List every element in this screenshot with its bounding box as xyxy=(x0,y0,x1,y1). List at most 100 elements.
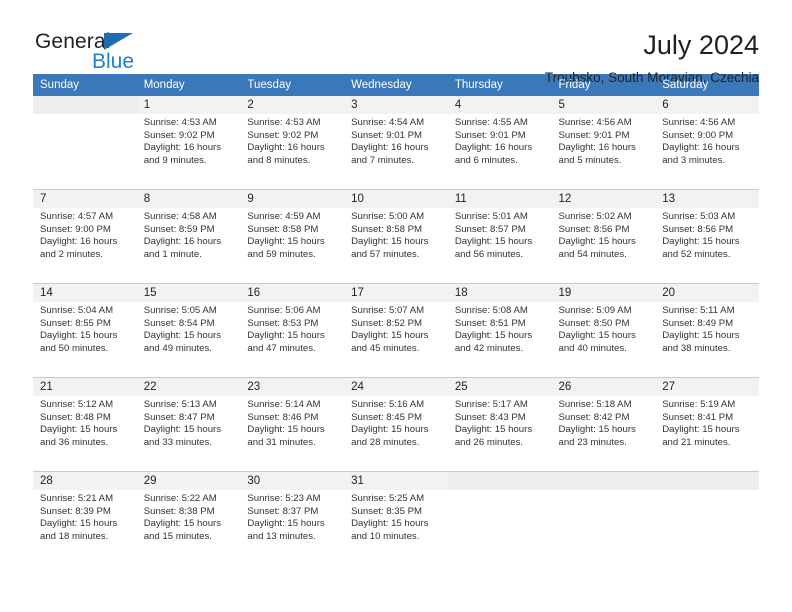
day-number[interactable]: 9 xyxy=(240,189,345,208)
day-number[interactable]: 26 xyxy=(551,377,656,396)
day-cell[interactable]: Sunrise: 5:23 AM Sunset: 8:37 PM Daylight:… xyxy=(240,490,345,565)
day-number[interactable]: 22 xyxy=(136,377,241,396)
day-number[interactable]: 23 xyxy=(240,377,345,396)
day-number[interactable]: 7 xyxy=(33,189,137,208)
day-info-line: Sunset: 8:49 PM xyxy=(662,317,734,329)
day-info-line: Sunrise: 4:58 AM xyxy=(143,211,217,222)
day-info-line: and 5 minutes. xyxy=(558,154,622,166)
day-cell[interactable]: Sunrise: 5:06 AM Sunset: 8:53 PM Daylight:… xyxy=(240,302,345,378)
day-info-line: Sunset: 8:55 PM xyxy=(40,317,111,329)
day-cell[interactable]: Sunrise: 5:13 AM Sunset: 8:47 PM Daylight:… xyxy=(136,396,241,472)
day-number[interactable]: 17 xyxy=(344,283,448,302)
day-number[interactable]: 8 xyxy=(136,189,241,208)
day-number[interactable]: 20 xyxy=(655,283,759,302)
day-info-line: Daylight: 15 hours xyxy=(454,330,533,342)
day-number[interactable]: 4 xyxy=(447,96,552,114)
day-cell[interactable]: Sunrise: 5:19 AM Sunset: 8:41 PM Daylight:… xyxy=(655,396,759,472)
day-number[interactable]: 3 xyxy=(344,96,448,114)
day-number[interactable]: 30 xyxy=(240,471,345,490)
day-info-line: Daylight: 15 hours xyxy=(351,424,429,436)
day-number[interactable]: 21 xyxy=(33,377,137,396)
day-number[interactable]: 11 xyxy=(447,189,552,208)
day-number[interactable]: 19 xyxy=(551,283,656,302)
week-number-row: 123456 xyxy=(33,96,759,114)
day-cell[interactable]: Sunrise: 5:07 AM Sunset: 8:52 PM Daylight:… xyxy=(344,302,448,378)
day-cell[interactable]: Sunrise: 4:56 AM Sunset: 9:01 PM Daylight:… xyxy=(551,114,656,190)
day-cell[interactable]: Sunrise: 4:56 AM Sunset: 9:00 PM Daylight:… xyxy=(655,114,759,190)
day-info-line: Sunrise: 5:02 AM xyxy=(558,211,632,222)
day-info-line: and 7 minutes. xyxy=(351,154,415,166)
day-info-line: Sunrise: 5:21 AM xyxy=(40,493,114,504)
day-cell[interactable]: Sunrise: 4:57 AM Sunset: 9:00 PM Daylight:… xyxy=(33,208,137,284)
day-info-line: and 6 minutes. xyxy=(454,154,518,166)
day-info-line: and 49 minutes. xyxy=(143,342,212,354)
day-info-line: Sunrise: 5:03 AM xyxy=(662,211,736,222)
day-cell[interactable]: Sunrise: 5:01 AM Sunset: 8:57 PM Daylight:… xyxy=(447,208,552,284)
day-number[interactable]: 16 xyxy=(240,283,345,302)
day-info-line: Sunrise: 5:13 AM xyxy=(143,399,217,410)
day-info-line: Sunrise: 4:53 AM xyxy=(247,117,321,128)
day-cell[interactable]: Sunrise: 5:02 AM Sunset: 8:56 PM Daylight:… xyxy=(551,208,656,284)
day-cell[interactable]: Sunrise: 5:14 AM Sunset: 8:46 PM Daylight:… xyxy=(240,396,345,472)
day-cell[interactable]: Sunrise: 4:54 AM Sunset: 9:01 PM Daylight:… xyxy=(344,114,448,190)
day-number[interactable]: 28 xyxy=(33,471,137,490)
day-info-line: Daylight: 16 hours xyxy=(558,142,636,154)
week-detail-row: Sunrise: 4:53 AM Sunset: 9:02 PM Daylight:… xyxy=(33,114,759,190)
day-cell[interactable]: Sunrise: 5:21 AM Sunset: 8:39 PM Daylight:… xyxy=(33,490,137,565)
day-cell[interactable]: Sunrise: 5:16 AM Sunset: 8:45 PM Daylight:… xyxy=(344,396,448,472)
day-number[interactable]: 31 xyxy=(344,471,448,490)
day-cell[interactable]: Sunrise: 4:58 AM Sunset: 8:59 PM Daylight:… xyxy=(136,208,241,284)
day-info-line: and 21 minutes. xyxy=(662,436,731,448)
day-cell[interactable]: Sunrise: 5:11 AM Sunset: 8:49 PM Daylight:… xyxy=(655,302,759,378)
day-info-line: and 54 minutes. xyxy=(558,248,627,260)
day-cell-empty xyxy=(33,114,137,190)
day-info-line: Sunset: 8:43 PM xyxy=(454,411,526,423)
day-number[interactable]: 5 xyxy=(551,96,656,114)
day-cell[interactable]: Sunrise: 5:22 AM Sunset: 8:38 PM Daylight:… xyxy=(136,490,241,565)
day-cell[interactable]: Sunrise: 4:53 AM Sunset: 9:02 PM Daylight:… xyxy=(136,114,241,190)
day-cell[interactable]: Sunrise: 5:18 AM Sunset: 8:42 PM Daylight:… xyxy=(551,396,656,472)
day-number[interactable]: 24 xyxy=(344,377,448,396)
day-info-line: Sunrise: 4:57 AM xyxy=(40,211,114,222)
day-info-line: and 18 minutes. xyxy=(40,530,109,542)
day-info-line: Sunset: 8:53 PM xyxy=(247,317,319,329)
day-cell[interactable]: Sunrise: 5:09 AM Sunset: 8:50 PM Daylight:… xyxy=(551,302,656,378)
day-cell[interactable]: Sunrise: 5:08 AM Sunset: 8:51 PM Daylight:… xyxy=(447,302,552,378)
day-info-line: Sunrise: 5:16 AM xyxy=(351,399,425,410)
day-number[interactable]: 10 xyxy=(344,189,448,208)
week-number-row: 7 8 9 10 11 12 13 xyxy=(33,189,759,208)
day-number[interactable]: 1 xyxy=(136,96,241,114)
day-number[interactable]: 6 xyxy=(655,96,759,114)
day-number[interactable]: 29 xyxy=(136,471,241,490)
week-detail-row: Sunrise: 4:57 AM Sunset: 9:00 PM Daylight:… xyxy=(33,208,759,284)
day-number[interactable]: 12 xyxy=(551,189,656,208)
day-number[interactable]: 15 xyxy=(136,283,241,302)
day-cell[interactable]: Sunrise: 4:59 AM Sunset: 8:58 PM Daylight:… xyxy=(240,208,345,284)
day-info-line: and 52 minutes. xyxy=(662,248,731,260)
weekday-header-wednesday: Wednesday xyxy=(344,74,448,96)
day-info-line: Daylight: 15 hours xyxy=(40,424,118,436)
day-cell[interactable]: Sunrise: 5:03 AM Sunset: 8:56 PM Daylight:… xyxy=(655,208,759,284)
day-number[interactable]: 18 xyxy=(447,283,552,302)
day-cell[interactable]: Sunrise: 5:12 AM Sunset: 8:48 PM Daylight:… xyxy=(33,396,137,472)
day-number-empty xyxy=(551,471,656,490)
day-info-line: Sunrise: 5:11 AM xyxy=(662,305,735,316)
week-number-row: 14 15 16 17 18 19 20 xyxy=(33,283,759,302)
day-info-line: Daylight: 15 hours xyxy=(40,330,118,342)
day-cell[interactable]: Sunrise: 5:17 AM Sunset: 8:43 PM Daylight:… xyxy=(447,396,552,472)
day-number[interactable]: 14 xyxy=(33,283,137,302)
day-cell[interactable]: Sunrise: 4:53 AM Sunset: 9:02 PM Daylight:… xyxy=(240,114,345,190)
day-cell[interactable]: Sunrise: 5:05 AM Sunset: 8:54 PM Daylight:… xyxy=(136,302,241,378)
day-info-line: Sunset: 8:51 PM xyxy=(454,317,526,329)
day-number[interactable]: 27 xyxy=(655,377,759,396)
general-blue-logo[interactable]: General Blue xyxy=(33,30,163,78)
day-number[interactable]: 13 xyxy=(655,189,759,208)
day-info-line: and 45 minutes. xyxy=(351,342,420,354)
day-number[interactable]: 25 xyxy=(447,377,552,396)
day-number[interactable]: 2 xyxy=(240,96,345,114)
day-cell[interactable]: Sunrise: 5:04 AM Sunset: 8:55 PM Daylight:… xyxy=(33,302,137,378)
day-cell[interactable]: Sunrise: 4:55 AM Sunset: 9:01 PM Daylight:… xyxy=(447,114,552,190)
day-cell[interactable]: Sunrise: 5:25 AM Sunset: 8:35 PM Daylight:… xyxy=(344,490,448,565)
day-info-line: Sunset: 8:54 PM xyxy=(143,317,215,329)
day-cell[interactable]: Sunrise: 5:00 AM Sunset: 8:58 PM Daylight:… xyxy=(344,208,448,284)
